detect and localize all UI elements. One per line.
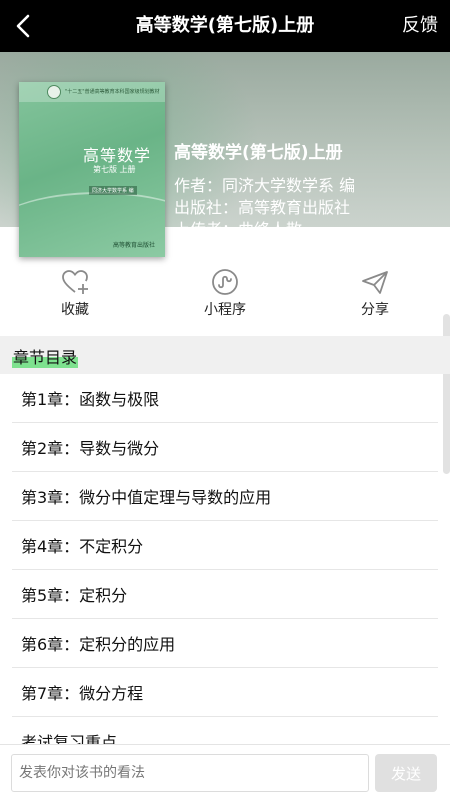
chapter-item[interactable]: 考试复习重点 bbox=[12, 717, 438, 744]
feedback-button[interactable]: 反馈 bbox=[402, 0, 438, 52]
cover-publisher-logo: 高等教育出版社 bbox=[112, 242, 155, 249]
book-author: 作者：同济大学数学系 编 bbox=[174, 176, 356, 195]
mini-program-label: 小程序 bbox=[204, 302, 246, 318]
cover-title: 高等数学 bbox=[83, 146, 152, 165]
chapter-item[interactable]: 第1章：函数与极限 bbox=[12, 374, 438, 423]
back-button[interactable] bbox=[10, 12, 38, 40]
chapter-item[interactable]: 第7章：微分方程 bbox=[12, 668, 438, 717]
share-button[interactable]: 分享 bbox=[320, 262, 430, 322]
chapter-title: 第3章：微分中值定理与导数的应用 bbox=[21, 488, 272, 507]
chapter-title: 第5章：定积分 bbox=[21, 586, 128, 605]
chapter-title: 第2章：导数与微分 bbox=[21, 439, 160, 458]
chapter-title: 第6章：定积分的应用 bbox=[21, 635, 176, 654]
book-info: 高等数学(第七版)上册 作者：同济大学数学系 编 出版社：高等教育出版社 上传者… bbox=[174, 138, 355, 227]
chapter-title: 考试复习重点 bbox=[21, 733, 118, 744]
chapter-item[interactable]: 第6章：定积分的应用 bbox=[12, 619, 438, 668]
chevron-left-icon bbox=[16, 14, 30, 38]
top-navigation-bar: 高等数学(第七版)上册 反馈 bbox=[0, 0, 450, 52]
cover-author: 同济大学数学系 编 bbox=[89, 186, 137, 195]
heart-plus-icon bbox=[62, 270, 88, 294]
comment-bar: 发送 bbox=[0, 744, 450, 800]
book-cover-image: "十二五"普通高等教育本科国家级规划教材 高等数学 第七版 上册 同济大学数学系… bbox=[19, 82, 165, 257]
chapter-title: 第4章：不定积分 bbox=[21, 537, 144, 556]
cover-edition: 第七版 上册 bbox=[93, 165, 136, 174]
page-title: 高等数学(第七版)上册 bbox=[135, 15, 315, 36]
section-title: 章节目录 bbox=[12, 344, 79, 368]
action-row: 收藏 小程序 分享 bbox=[0, 262, 450, 324]
book-title: 高等数学(第七版)上册 bbox=[174, 143, 343, 163]
mini-program-icon bbox=[212, 269, 238, 295]
cover-series-text: "十二五"普通高等教育本科国家级规划教材 bbox=[65, 89, 160, 95]
share-label: 分享 bbox=[361, 302, 389, 318]
book-uploader: 上传者：曲终人散 bbox=[174, 219, 355, 227]
mini-program-button[interactable]: 小程序 bbox=[170, 262, 280, 322]
book-publisher: 出版社：高等教育出版社 bbox=[174, 198, 351, 217]
chapter-list-header: 章节目录 bbox=[0, 336, 450, 374]
chapter-item[interactable]: 第2章：导数与微分 bbox=[12, 423, 438, 472]
favorite-button[interactable]: 收藏 bbox=[20, 262, 130, 322]
chapter-item[interactable]: 第3章：微分中值定理与导数的应用 bbox=[12, 472, 438, 521]
cover-badge-icon bbox=[47, 85, 61, 99]
comment-input[interactable] bbox=[11, 754, 369, 792]
chapter-item[interactable]: 第5章：定积分 bbox=[12, 570, 438, 619]
favorite-label: 收藏 bbox=[61, 302, 89, 318]
paper-plane-icon bbox=[362, 271, 388, 294]
chapter-list: 第1章：函数与极限 第2章：导数与微分 第3章：微分中值定理与导数的应用 第4章… bbox=[0, 374, 450, 744]
send-button[interactable]: 发送 bbox=[375, 754, 437, 792]
chapter-title: 第7章：微分方程 bbox=[21, 684, 144, 703]
chapter-title: 第1章：函数与极限 bbox=[21, 390, 160, 409]
chapter-item[interactable]: 第4章：不定积分 bbox=[12, 521, 438, 570]
